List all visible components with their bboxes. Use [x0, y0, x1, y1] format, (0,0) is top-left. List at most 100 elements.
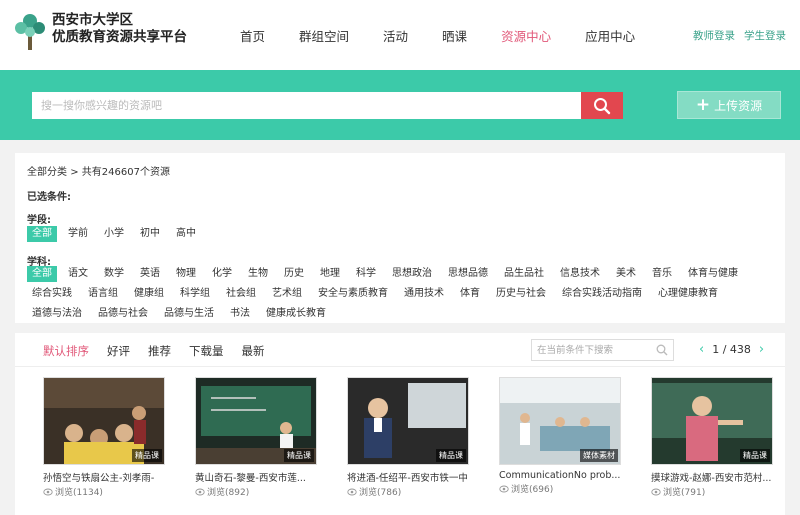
pagination: ‹ 1 / 438 › — [699, 342, 764, 357]
sort-options: 默认排序 好评 推荐 下载量 最新 — [43, 343, 283, 359]
resource-badge: 精品课 — [436, 449, 466, 462]
filter-tag[interactable]: 心理健康教育 — [653, 286, 723, 302]
filter-tag[interactable]: 健康成长教育 — [261, 306, 331, 322]
filter-tag[interactable]: 社会组 — [221, 286, 261, 302]
resource-title[interactable]: 将进酒-任绍平-西安市铁一中 — [347, 470, 469, 484]
search-icon[interactable] — [656, 344, 668, 356]
nav-item[interactable]: 应用中心 — [585, 26, 635, 45]
filter-tag[interactable]: 语文 — [63, 266, 93, 282]
view-count-text: 浏览(892) — [207, 488, 250, 498]
filter-tag[interactable]: 历史 — [279, 266, 309, 282]
filter-tag[interactable]: 高中 — [171, 226, 201, 242]
resource-title[interactable]: 孙悟空与铁扇公主-刘孝雨- — [43, 470, 165, 484]
filter-tag[interactable]: 小学 — [99, 226, 129, 242]
filter-tag[interactable]: 艺术组 — [267, 286, 307, 302]
sort-option[interactable]: 最新 — [242, 343, 265, 359]
filter-tag[interactable]: 音乐 — [647, 266, 677, 282]
nav-item[interactable]: 活动 — [383, 26, 408, 45]
view-count: 浏览(892) — [195, 485, 317, 498]
filter-tag[interactable]: 道德与法治 — [27, 306, 87, 322]
nav-item[interactable]: 资源中心 — [501, 26, 551, 45]
filter-tag[interactable]: 通用技术 — [399, 286, 449, 302]
nav-item[interactable]: 群组空间 — [299, 26, 349, 45]
filter-tag[interactable]: 体育 — [455, 286, 485, 302]
subject-tags: 全部 语文 数学 英语 物理 化学 生物 历史 地理 科学 思想政治 思想品德 品生品社 信息技术 美术 音乐… — [27, 266, 772, 322]
prev-page-chevron-icon[interactable]: ‹ — [699, 342, 704, 357]
sort-option[interactable]: 下载量 — [189, 343, 224, 359]
resource-title[interactable]: CommunicationNo prob... — [499, 470, 621, 481]
filter-tag[interactable]: 学前 — [63, 226, 93, 242]
filter-tag[interactable]: 品生品社 — [499, 266, 549, 282]
filter-tag[interactable]: 全部 — [27, 266, 57, 282]
filter-tag[interactable]: 科学组 — [175, 286, 215, 302]
resource-card[interactable]: 精品课 将进酒-任绍平-西安市铁一中 浏览(786) — [347, 377, 469, 498]
filter-tag[interactable]: 安全与素质教育 — [313, 286, 393, 302]
crumb-all-categories[interactable]: 全部分类 — [27, 167, 67, 178]
filter-tag[interactable]: 思想政治 — [387, 266, 437, 282]
resource-badge: 精品课 — [284, 449, 314, 462]
filter-tag[interactable]: 美术 — [611, 266, 641, 282]
filter-tag[interactable]: 体育与健康 — [683, 266, 743, 282]
student-login-link[interactable]: 学生登录 — [744, 28, 786, 43]
resource-thumbnail[interactable]: 精品课 — [195, 377, 317, 465]
eye-icon — [651, 488, 661, 495]
eye-icon — [347, 488, 357, 495]
tree-logo-icon — [15, 14, 45, 50]
filter-tag[interactable]: 数学 — [99, 266, 129, 282]
filter-tag[interactable]: 信息技术 — [555, 266, 605, 282]
view-count-text: 浏览(791) — [663, 488, 706, 498]
resource-card[interactable]: 媒体素材 CommunicationNo prob... 浏览(696) — [499, 377, 621, 498]
filter-tag[interactable]: 化学 — [207, 266, 237, 282]
resource-thumbnail[interactable]: 媒体素材 — [499, 377, 621, 465]
stage-tags: 全部 学前 小学 初中 高中 — [27, 226, 772, 242]
filter-tag[interactable]: 英语 — [135, 266, 165, 282]
filter-tag[interactable]: 品德与生活 — [159, 306, 219, 322]
nav-item[interactable]: 晒课 — [442, 26, 467, 45]
site-name-line1: 西安市大学区 — [52, 12, 133, 28]
search-button[interactable] — [581, 92, 623, 119]
resource-thumbnail[interactable]: 精品课 — [347, 377, 469, 465]
filter-tag[interactable]: 思想品德 — [443, 266, 493, 282]
resource-card[interactable]: 精品课摸球游戏-赵娜-西安市范村... 浏览(791) — [651, 377, 773, 498]
nav-item[interactable]: 首页 — [240, 26, 265, 45]
resource-thumbnail[interactable]: 精品课 — [651, 377, 773, 465]
upload-resource-button[interactable]: + 上传资源 — [677, 91, 781, 119]
filter-tag[interactable]: 生物 — [243, 266, 273, 282]
breadcrumb: 全部分类 > 共有246607个资源 — [27, 163, 170, 178]
filter-tag[interactable]: 综合实践 — [27, 286, 77, 302]
sort-option[interactable]: 推荐 — [148, 343, 171, 359]
sort-bar: 默认排序 好评 推荐 下载量 最新 ‹ 1 / 438 › — [15, 333, 785, 367]
resource-card[interactable]: 精品课孙悟空与铁扇公主-刘孝雨- 浏览(1134) — [43, 377, 165, 498]
filter-tag[interactable]: 物理 — [171, 266, 201, 282]
sort-option[interactable]: 好评 — [107, 343, 130, 359]
filter-tag[interactable]: 地理 — [315, 266, 345, 282]
search-icon — [594, 97, 611, 114]
selected-conditions-label: 已选条件: — [27, 192, 71, 203]
view-count: 浏览(1134) — [43, 485, 165, 498]
resource-search-input[interactable] — [32, 92, 581, 119]
main-nav: 首页 群组空间 活动 晒课 资源中心 应用中心 — [240, 26, 669, 45]
teacher-login-link[interactable]: 教师登录 — [693, 28, 735, 43]
view-count-text: 浏览(696) — [511, 485, 554, 495]
filter-tag[interactable]: 全部 — [27, 226, 57, 242]
resource-title[interactable]: 黄山奇石-黎曼-西安市莲... — [195, 470, 317, 484]
next-page-chevron-icon[interactable]: › — [759, 342, 764, 357]
filter-tag[interactable]: 品德与社会 — [93, 306, 153, 322]
resource-thumbnail[interactable]: 精品课 — [43, 377, 165, 465]
filter-tag[interactable]: 书法 — [225, 306, 255, 322]
filter-tag[interactable]: 科学 — [351, 266, 381, 282]
resource-count: 共有246607个资源 — [81, 167, 170, 178]
page-indicator: 1 / 438 — [712, 343, 751, 356]
filter-tag[interactable]: 健康组 — [129, 286, 169, 302]
upload-label: 上传资源 — [714, 98, 763, 113]
resource-title[interactable]: 摸球游戏-赵娜-西安市范村... — [651, 470, 773, 484]
filter-tag[interactable]: 语言组 — [83, 286, 123, 302]
sort-option[interactable]: 默认排序 — [43, 343, 89, 359]
filter-tag[interactable]: 综合实践活动指南 — [557, 286, 647, 302]
resource-card[interactable]: 精品课黄山奇石-黎曼-西安市莲... 浏览(892) — [195, 377, 317, 498]
filter-search-input[interactable] — [531, 339, 674, 361]
filter-tag[interactable]: 历史与社会 — [491, 286, 551, 302]
filter-tag[interactable]: 初中 — [135, 226, 165, 242]
site-name: 西安市大学区 优质教育资源共享平台 — [52, 12, 187, 46]
view-count: 浏览(696) — [499, 482, 621, 495]
